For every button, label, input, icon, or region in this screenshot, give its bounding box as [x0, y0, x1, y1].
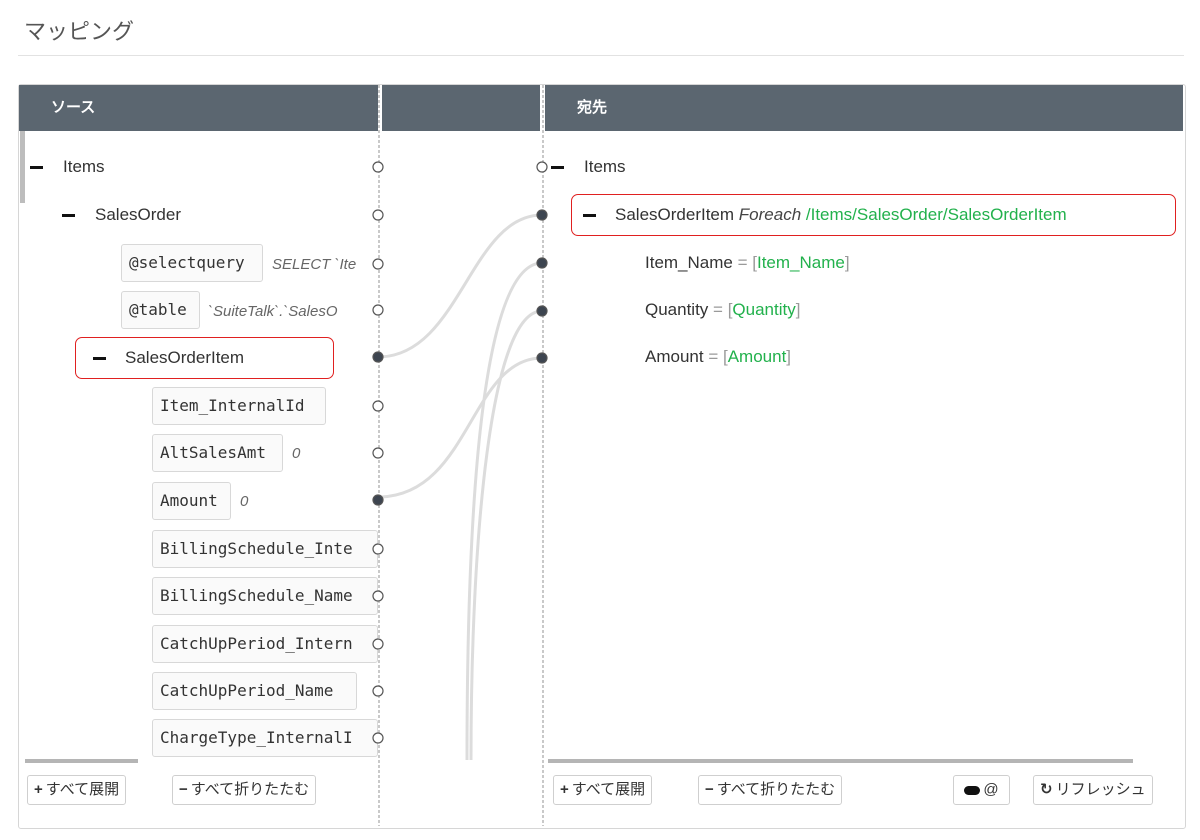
connector-amount — [377, 356, 543, 499]
port-dest-items — [536, 161, 548, 173]
connector-salesorderitem — [377, 213, 543, 359]
port-source-catchupperiod-internalid — [372, 638, 384, 650]
port-source-items — [372, 161, 384, 173]
port-dest-quantity — [536, 305, 548, 317]
port-dest-item-name — [536, 257, 548, 269]
port-source-amount — [372, 494, 384, 506]
connector-item-name — [465, 261, 543, 761]
connector-quantity — [469, 309, 543, 761]
port-dest-salesorderitem — [536, 209, 548, 221]
port-source-chargetype-internalid — [372, 732, 384, 744]
port-source-salesorderitem — [372, 351, 384, 363]
port-source-billingschedule-internalid — [372, 543, 384, 555]
port-source-altsalesamt — [372, 447, 384, 459]
mapping-connectors — [372, 161, 548, 761]
port-source-item-internalid — [372, 400, 384, 412]
port-source-billingschedule-name — [372, 590, 384, 602]
port-source-salesorder — [372, 209, 384, 221]
port-source-selectquery — [372, 258, 384, 270]
port-source-table — [372, 304, 384, 316]
port-dest-amount — [536, 352, 548, 364]
port-source-catchupperiod-name — [372, 685, 384, 697]
